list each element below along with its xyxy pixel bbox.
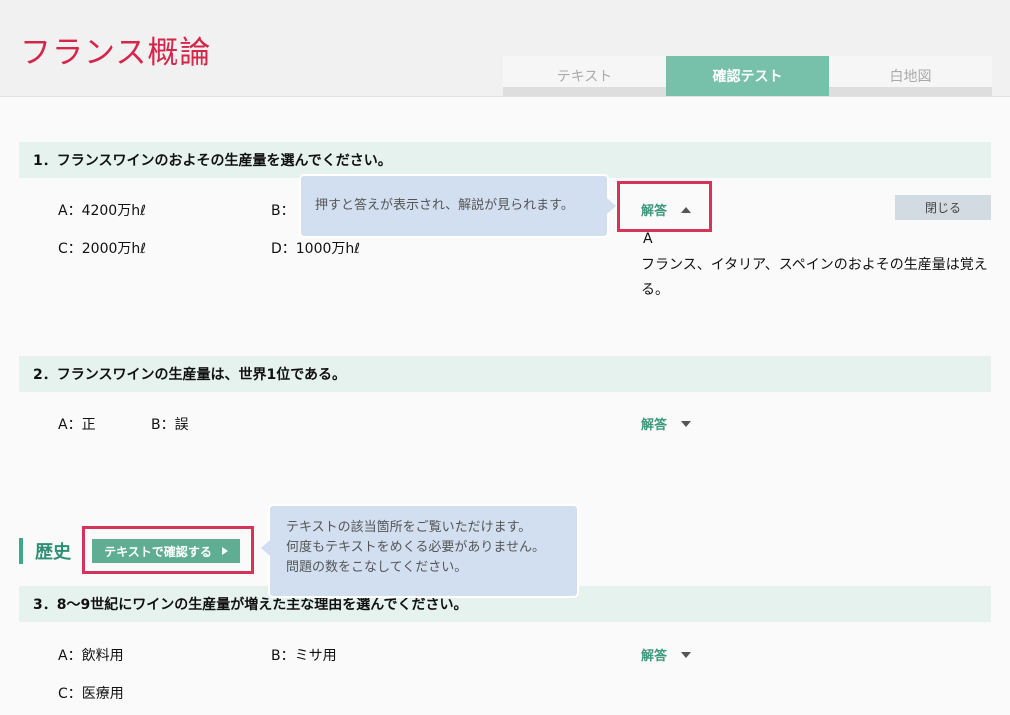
- tooltip-text-line-2: 何度もテキストをめくる必要がありません。: [286, 540, 545, 555]
- section-title-history: 歴史: [19, 538, 71, 564]
- q1-answer-letter: A: [643, 231, 653, 247]
- tab-bar: テキスト 確認テスト 白地図: [503, 56, 992, 96]
- caret-down-icon: [681, 651, 692, 658]
- question-1-title: 1．フランスワインのおよその生産量を選んでください。: [19, 142, 991, 178]
- question-2-title: 2．フランスワインの生産量は、世界1位である。: [19, 356, 991, 392]
- q1-option-a[interactable]: A：4200万hℓ: [58, 200, 146, 220]
- tab-quiz[interactable]: 確認テスト: [666, 56, 829, 96]
- tooltip-arrow: [607, 198, 616, 214]
- q3-option-b[interactable]: B：ミサ用: [271, 645, 337, 665]
- q3-answer-toggle[interactable]: 解答: [641, 645, 692, 664]
- q3-answer-label: 解答: [641, 649, 668, 664]
- q3-option-c[interactable]: C：医療用: [58, 683, 124, 703]
- q2-answer-toggle[interactable]: 解答: [641, 414, 692, 433]
- header: フランス概論 テキスト 確認テスト 白地図: [0, 0, 1010, 97]
- tooltip-answer-hint: 押すと答えが表示され、解説が見られます。: [301, 176, 616, 236]
- q2-option-a[interactable]: A：正: [58, 414, 96, 434]
- page-title: フランス概論: [20, 35, 212, 71]
- q1-explanation: フランス、イタリア、スペインのおよその生産量は覚える。: [641, 257, 988, 298]
- tooltip-text-hint: テキストの該当箇所をご覧いただけます。 何度もテキストをめくる必要がありません。…: [261, 506, 577, 596]
- q3-option-a[interactable]: A：飲料用: [58, 645, 124, 665]
- caret-down-icon: [681, 420, 692, 427]
- tab-text[interactable]: テキスト: [503, 56, 666, 96]
- highlight-check-button: [82, 526, 254, 574]
- q2-answer-label: 解答: [641, 418, 668, 433]
- tooltip-text-line-3: 問題の数をこなしてください。: [286, 560, 468, 575]
- close-button[interactable]: 閉じる: [895, 195, 991, 220]
- tooltip-text-line-1: テキストの該当箇所をご覧いただけます。: [286, 520, 532, 535]
- q1-option-c[interactable]: C：2000万hℓ: [58, 238, 146, 258]
- q2-option-b[interactable]: B：誤: [151, 414, 189, 434]
- q1-option-b[interactable]: B：: [271, 200, 295, 220]
- highlight-answer-toggle: [617, 181, 712, 232]
- tooltip-arrow: [261, 540, 270, 556]
- tooltip-answer-hint-text: 押すと答えが表示され、解説が見られます。: [315, 198, 574, 213]
- q1-option-d[interactable]: D：1000万hℓ: [271, 238, 360, 258]
- tab-blank-map[interactable]: 白地図: [829, 56, 992, 96]
